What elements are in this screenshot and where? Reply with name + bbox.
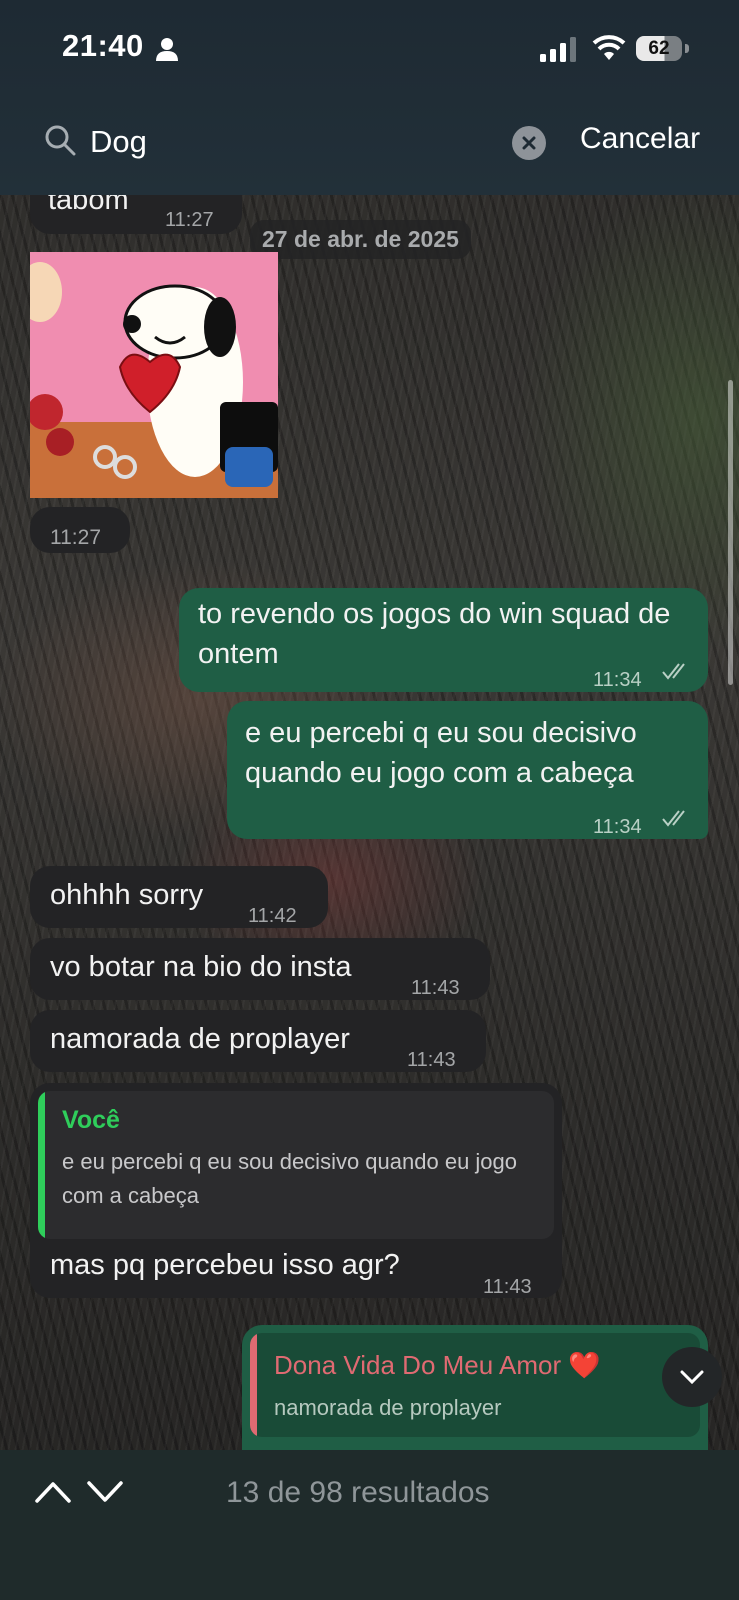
close-icon: [522, 136, 536, 150]
message-time: 11:42: [248, 905, 297, 927]
message-bubble[interactable]: vo botar na bio do insta 11:43: [30, 938, 490, 1000]
snoopy-sticker-image[interactable]: [30, 252, 278, 498]
message-time: 11:43: [483, 1276, 532, 1298]
message-time: 11:34: [593, 669, 642, 691]
message-bubble[interactable]: ohhhh sorry 11:42: [30, 866, 328, 928]
battery-icon: 62: [636, 36, 690, 62]
quote-author: Dona Vida Do Meu Amor ❤️: [274, 1350, 601, 1380]
message-bubble[interactable]: namorada de proplayer 11:43: [30, 1010, 486, 1072]
message-time: 11:27: [50, 526, 101, 549]
quote-text: e eu percebi q eu sou decisivo quando eu…: [62, 1149, 518, 1208]
message-time: 11:43: [411, 977, 460, 999]
cellular-signal-icon: [540, 37, 576, 62]
clear-search-button[interactable]: [512, 126, 546, 160]
message-text: mas pq percebeu isso agr?: [50, 1249, 400, 1281]
message-text: ohhhh sorry: [50, 879, 204, 911]
quote-text: namorada de proplayer: [274, 1395, 502, 1420]
status-time: 21:40: [62, 28, 144, 63]
message-bubble-outgoing[interactable]: to revendo os jogos do win squad de onte…: [179, 588, 708, 692]
search-results-bar: [0, 1450, 739, 1600]
search-icon: [45, 125, 76, 156]
message-text: e eu percebi q eu sou decisivo quando eu…: [245, 717, 637, 789]
wifi-icon: [592, 35, 626, 60]
previous-result-button[interactable]: [34, 1480, 72, 1504]
message-bubble[interactable]: 11:27: [30, 507, 130, 553]
quote-author: Você: [62, 1106, 120, 1134]
cancel-button[interactable]: Cancelar: [580, 122, 700, 156]
read-receipt-icon: [662, 810, 685, 827]
reply-message-bubble[interactable]: Você e eu percebi q eu sou decisivo quan…: [30, 1083, 562, 1298]
message-text: namorada de proplayer: [50, 1023, 350, 1055]
next-result-button[interactable]: [86, 1480, 124, 1504]
scrollbar[interactable]: [728, 380, 733, 685]
quote-accent-bar: [38, 1091, 45, 1239]
scroll-to-bottom-button[interactable]: [662, 1347, 722, 1407]
date-separator: 27 de abr. de 2025: [250, 220, 471, 259]
search-input[interactable]: [90, 124, 470, 160]
quoted-message[interactable]: Dona Vida Do Meu Amor ❤️ namorada de pro…: [250, 1333, 700, 1437]
message-time: 11:34: [593, 816, 642, 838]
search-header: 21:40 62 Cancelar: [0, 0, 739, 195]
read-receipt-icon: [662, 663, 685, 680]
battery-level: 62: [636, 36, 682, 61]
message-time: 11:27: [165, 209, 214, 231]
search-results-count: 13 de 98 resultados: [226, 1476, 490, 1509]
message-text: vo botar na bio do insta: [50, 951, 352, 983]
quote-accent-bar: [250, 1333, 257, 1437]
message-bubble-outgoing[interactable]: e eu percebi q eu sou decisivo quando eu…: [227, 701, 708, 839]
message-time: 11:43: [407, 1049, 456, 1071]
quoted-message[interactable]: Você e eu percebi q eu sou decisivo quan…: [38, 1091, 554, 1239]
person-icon: [156, 38, 178, 61]
chevron-down-icon: [680, 1370, 704, 1384]
